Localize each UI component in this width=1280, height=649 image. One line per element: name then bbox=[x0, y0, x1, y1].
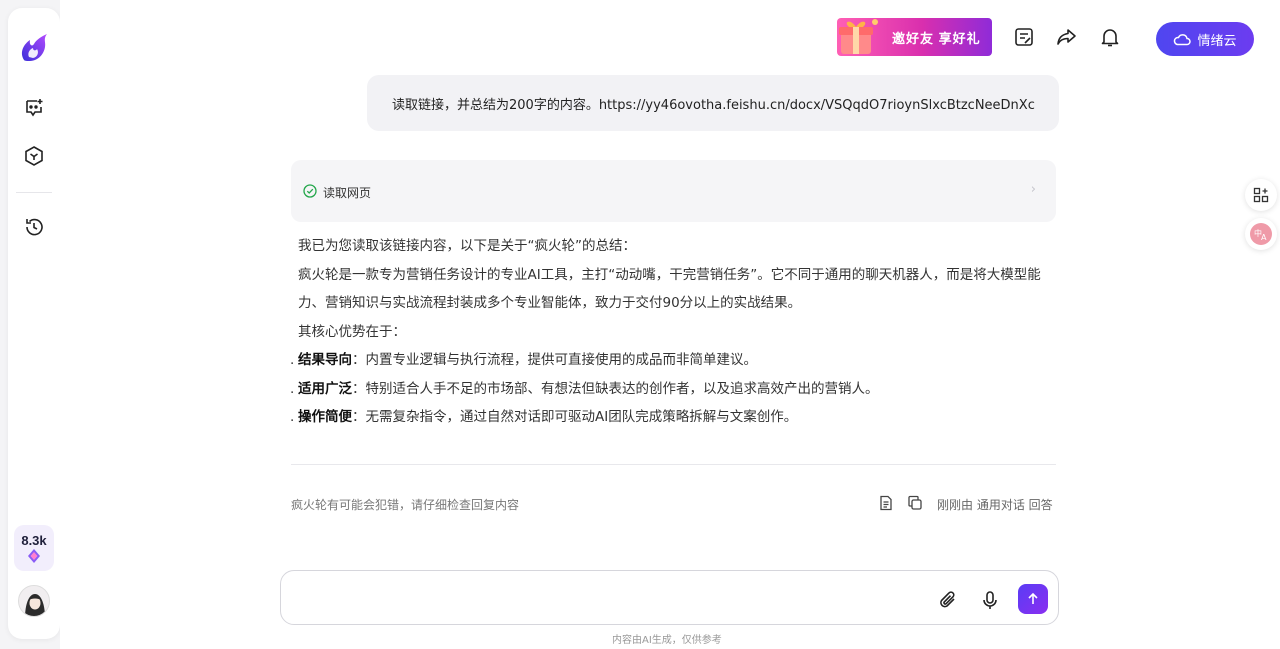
user-avatar[interactable] bbox=[18, 585, 50, 617]
ai-generated-note: 内容由AI生成，仅供参考 bbox=[612, 635, 722, 646]
answer-lead: 其核心优势在于： bbox=[298, 323, 406, 340]
invite-label: 邀好友 享好礼 bbox=[892, 31, 981, 46]
user-message-bubble: 读取链接，并总结为200字的内容。https://yy46ovotha.feis… bbox=[367, 75, 1059, 131]
translate-icon: 中 A bbox=[1250, 223, 1272, 245]
bullet-text: ：无需复杂指令，通过自然对话即可驱动AI团队完成策略拆解与文案创作。 bbox=[352, 409, 798, 425]
check-circle-icon bbox=[303, 184, 317, 198]
gem-icon bbox=[28, 548, 40, 563]
emotion-cloud-button[interactable]: 情绪云 bbox=[1156, 22, 1254, 56]
message-input[interactable] bbox=[297, 585, 917, 611]
list-item: . 结果导向：内置专业逻辑与执行流程，提供可直接使用的成品而非简单建议。 bbox=[290, 352, 757, 368]
bell-icon[interactable] bbox=[1099, 26, 1121, 48]
bullet-text: ：内置专业逻辑与执行流程，提供可直接使用的成品而非简单建议。 bbox=[352, 352, 757, 368]
sidebar: 8.3k bbox=[8, 8, 60, 639]
list-item: . 适用广泛：特别适合人手不足的市场部、有想法但缺表达的创作者，以及追求高效产出的… bbox=[290, 380, 879, 397]
disclaimer-text: 疯火轮有可能会犯错，请仔细检查回复内容 bbox=[291, 498, 520, 512]
bullet-title: 结果导向 bbox=[298, 352, 352, 368]
answer-intro: 我已为您读取该链接内容，以下是关于“疯火轮”的总结： bbox=[298, 238, 636, 254]
new-chat-icon[interactable] bbox=[20, 94, 48, 122]
invite-banner[interactable]: 邀好友 享好礼 bbox=[837, 18, 992, 56]
apps-grid-icon bbox=[1253, 187, 1269, 203]
apps-grid-button[interactable] bbox=[1245, 179, 1277, 211]
share-icon[interactable] bbox=[1055, 26, 1077, 48]
message-composer bbox=[280, 570, 1059, 625]
list-item: . 操作简便：无需复杂指令，通过自然对话即可驱动AI团队完成策略拆解与文案创作。 bbox=[290, 409, 798, 425]
app-logo-icon[interactable] bbox=[16, 30, 52, 66]
user-message-text: 读取链接，并总结为200字的内容。https://yy46ovotha.feis… bbox=[392, 98, 1035, 113]
microphone-icon[interactable] bbox=[979, 589, 1001, 611]
tool-label: 读取网页 bbox=[323, 186, 372, 200]
reply-meta: 刚刚由 通用对话 回答 bbox=[937, 498, 1053, 512]
svg-text:A: A bbox=[1261, 233, 1267, 242]
points-value: 8.3k bbox=[21, 532, 47, 548]
translate-button[interactable]: 中 A bbox=[1245, 218, 1277, 250]
copy-icon[interactable] bbox=[907, 495, 923, 511]
bullet-text: ：特别适合人手不足的市场部、有想法但缺表达的创作者，以及追求高效产出的营销人。 bbox=[352, 380, 879, 397]
attach-icon[interactable] bbox=[937, 589, 959, 611]
answer-divider bbox=[291, 464, 1056, 465]
answer-paragraph: 疯火轮是一款专为营销任务设计的专业AI工具，主打“动动嘴，干完营销任务”。它不同… bbox=[298, 266, 1041, 312]
emotion-cloud-label: 情绪云 bbox=[1197, 33, 1237, 49]
send-button[interactable] bbox=[1018, 584, 1048, 614]
points-badge[interactable]: 8.3k bbox=[14, 525, 54, 571]
main-panel: 邀好友 享好礼 情绪云 读取链接，并总结为200字的内容。https://yy4… bbox=[60, 0, 1280, 649]
assistant-answer: 我已为您读取该链接内容，以下是关于“疯火轮”的总结： 疯火轮是一款专为营销任务设… bbox=[290, 232, 1058, 432]
history-icon[interactable] bbox=[20, 213, 48, 241]
agents-cube-icon[interactable] bbox=[20, 142, 48, 170]
chevron-right-icon: › bbox=[1030, 182, 1036, 197]
notes-icon[interactable] bbox=[1013, 26, 1035, 48]
arrow-up-icon bbox=[1028, 592, 1038, 604]
sidebar-divider bbox=[16, 192, 52, 193]
cloud-icon bbox=[1174, 34, 1192, 46]
document-icon[interactable] bbox=[878, 495, 894, 511]
gift-box-icon bbox=[835, 12, 883, 60]
read-webpage-card[interactable]: 读取网页 › bbox=[291, 160, 1056, 222]
bullet-title: 适用广泛 bbox=[298, 380, 352, 397]
bullet-title: 操作简便 bbox=[298, 409, 352, 425]
